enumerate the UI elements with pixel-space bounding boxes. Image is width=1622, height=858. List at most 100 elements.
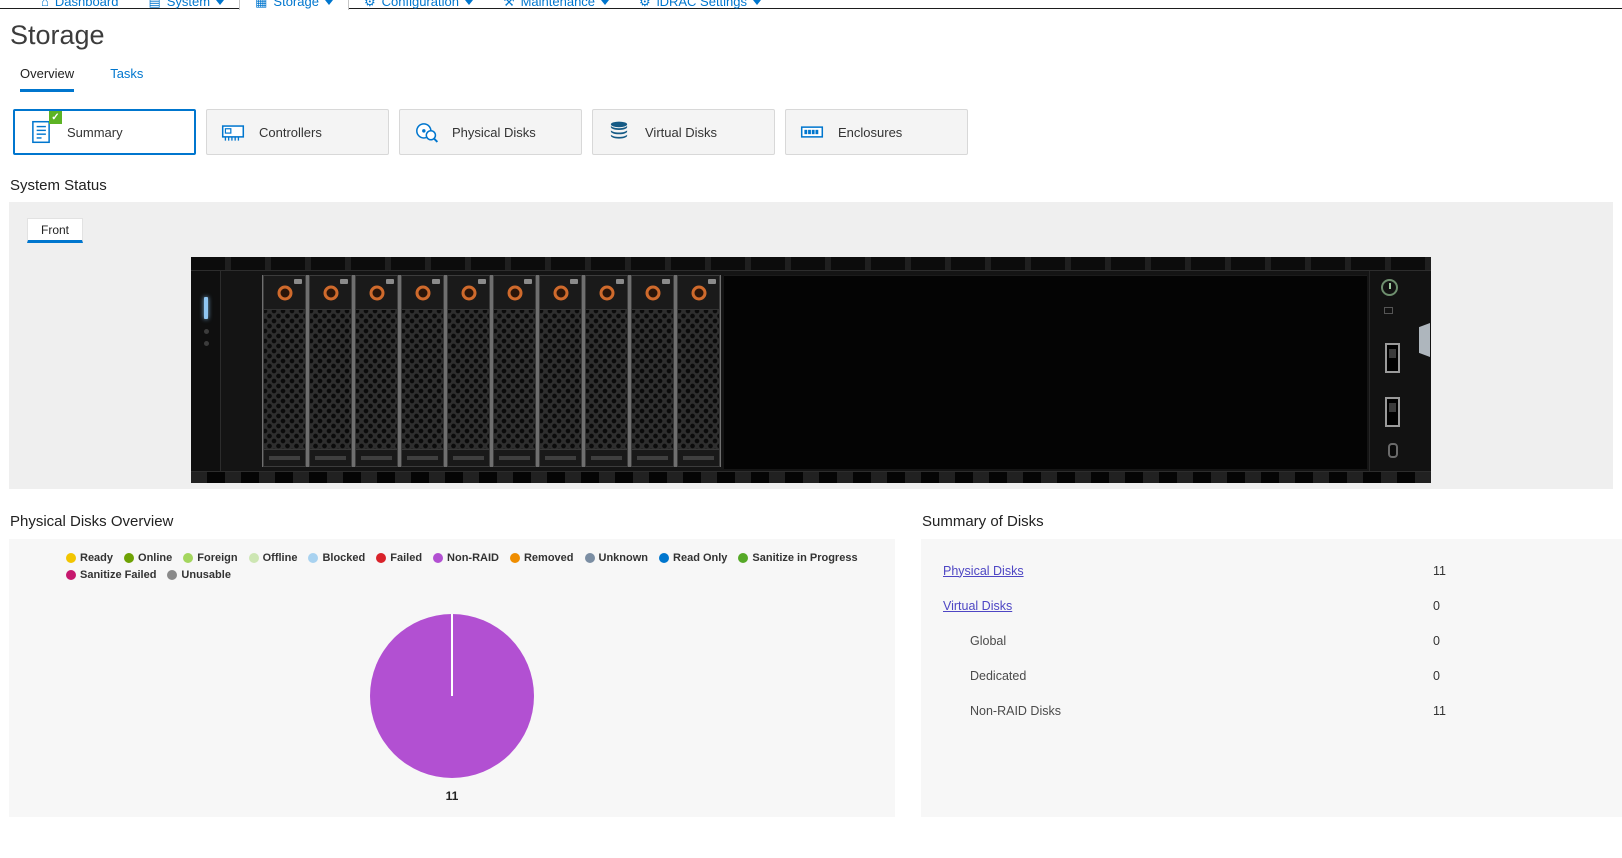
card-virtual-disks[interactable]: Virtual Disks [592, 109, 775, 155]
card-controllers[interactable]: Controllers [206, 109, 389, 155]
legend-dot [510, 553, 520, 563]
summary-row-label[interactable]: Physical Disks [943, 564, 1024, 578]
drive-release-ring [415, 285, 430, 300]
drive-vents [678, 310, 719, 449]
legend-dot [376, 553, 386, 563]
legend-label: Non-RAID [447, 552, 499, 564]
legend-label: Sanitize in Progress [752, 552, 857, 564]
nav-item-maintenance[interactable]: ⚒Maintenance [488, 0, 624, 10]
nav-item-idrac-settings[interactable]: ⚙iDRAC Settings [624, 0, 776, 10]
drive-sled [677, 275, 720, 467]
drive-release-ring [507, 285, 522, 300]
legend-dot [249, 553, 259, 563]
drive-label-strip [494, 449, 535, 466]
indicator-icon [1384, 307, 1393, 314]
legend-item-read-only: Read Only [659, 552, 727, 564]
summary-row-value: 11 [1433, 564, 1446, 578]
chevron-down-icon [601, 0, 609, 5]
legend-dot [433, 553, 443, 563]
card-enclosures[interactable]: Enclosures [785, 109, 968, 155]
legend-label: Read Only [673, 552, 727, 564]
chassis-top-rail [191, 257, 1431, 271]
legend-label: Sanitize Failed [80, 569, 156, 581]
configuration-icon: ⚙ [364, 0, 376, 9]
vga-port [1419, 323, 1430, 357]
card-summary[interactable]: ✓Summary [13, 109, 196, 155]
nav-item-storage[interactable]: ▦Storage [239, 0, 349, 10]
selected-check-icon: ✓ [49, 111, 62, 124]
drive-handle [310, 276, 351, 310]
tab-tasks[interactable]: Tasks [110, 66, 143, 92]
system-status-heading: System Status [10, 177, 1622, 194]
nav-item-configuration[interactable]: ⚙Configuration [349, 0, 488, 10]
drive-release-ring [323, 285, 338, 300]
legend-dot [167, 570, 177, 580]
maintenance-icon: ⚒ [503, 0, 515, 9]
summary-row-virtual-disks: Virtual Disks0 [921, 588, 1622, 623]
drive-handle [448, 276, 489, 310]
legend-item-online: Online [124, 552, 172, 564]
drive-sled [401, 275, 444, 467]
front-control-panel [1369, 271, 1431, 471]
summary-row-non-raid-disks: Non-RAID Disks 11 [921, 693, 1622, 728]
summary-row-label[interactable]: Virtual Disks [943, 599, 1012, 613]
legend-label: Blocked [322, 552, 365, 564]
summary-of-disks-section: Summary of Disks Physical Disks 11 Virtual… [921, 513, 1622, 817]
drive-label-strip [586, 449, 627, 466]
chassis-bottom-rail [191, 471, 1431, 483]
summary-of-disks-heading: Summary of Disks [922, 513, 1622, 530]
drive-vents [540, 310, 581, 449]
summary-row-label: Non-RAID Disks [970, 704, 1061, 718]
card-label: Virtual Disks [645, 125, 717, 140]
drive-latch-button [340, 279, 348, 284]
drive-release-ring [461, 285, 476, 300]
drive-latch-button [662, 279, 670, 284]
summary-of-disks-table: Physical Disks11Virtual Disks0Global0Ded… [921, 539, 1622, 817]
drive-handle [264, 276, 305, 310]
legend-label: Foreign [197, 552, 237, 564]
main-tabs: Overview Tasks [20, 66, 1622, 92]
legend-dot [659, 553, 669, 563]
nav-item-system[interactable]: ▤ System [133, 0, 239, 10]
card-label: Controllers [259, 125, 322, 140]
system-icon: ▤ [148, 0, 160, 9]
summary-row-label-cell: Physical Disks [921, 564, 1433, 578]
drive-label-strip [678, 449, 719, 466]
drive-sled [355, 275, 398, 467]
ear-glyph [204, 341, 209, 346]
card-label: Enclosures [838, 125, 902, 140]
summary-row-physical-disks: Physical Disks 11 [921, 553, 1622, 588]
drive-release-ring [599, 285, 614, 300]
drive-bays [262, 275, 721, 467]
usb-port [1385, 397, 1400, 427]
server-front-view [191, 257, 1431, 483]
nav-item-dashboard[interactable]: ⌂ Dashboard [26, 0, 133, 10]
summary-row-value: 0 [1433, 669, 1440, 683]
drive-vents [632, 310, 673, 449]
drive-vents [494, 310, 535, 449]
drive-handle [494, 276, 535, 310]
drive-latch-button [570, 279, 578, 284]
legend-row: ReadyOnlineForeignOfflineBlockedFailedNo… [66, 552, 838, 564]
legend-item-unknown: Unknown [585, 552, 649, 564]
dashboard-icon: ⌂ [41, 0, 49, 9]
drive-handle [586, 276, 627, 310]
tab-overview[interactable]: Overview [20, 66, 74, 92]
front-view-tab[interactable]: Front [27, 218, 83, 243]
card-physical-disks[interactable]: Physical Disks [399, 109, 582, 155]
drive-label-strip [356, 449, 397, 466]
chevron-down-icon [753, 0, 761, 5]
drive-label-strip [632, 449, 673, 466]
drive-release-ring [553, 285, 568, 300]
drive-handle [678, 276, 719, 310]
legend-dot [183, 553, 193, 563]
drive-latch-button [386, 279, 394, 284]
card-label: Physical Disks [452, 125, 536, 140]
drive-vents [448, 310, 489, 449]
nav-item-label: Dashboard [55, 0, 119, 9]
idrac-settings-icon: ⚙ [639, 0, 651, 9]
summary-row-value: 0 [1433, 634, 1440, 648]
physical-disks-icon [413, 119, 439, 145]
nav-item-label: System [167, 0, 210, 9]
summary-row-value: 11 [1433, 704, 1446, 718]
